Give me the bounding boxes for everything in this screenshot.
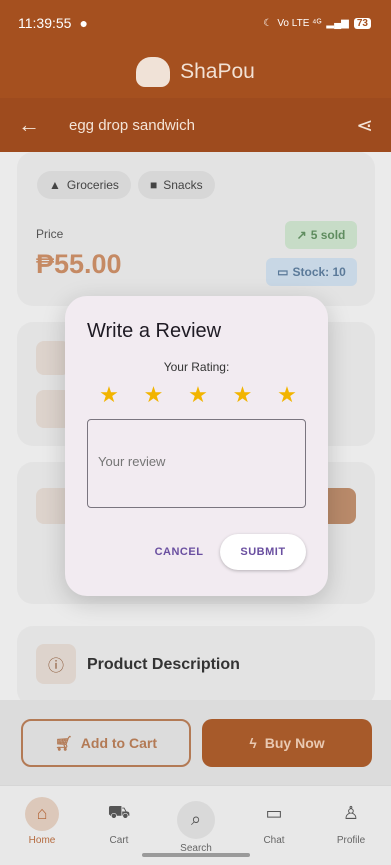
star-icon[interactable]: ★ xyxy=(87,382,131,408)
review-input[interactable] xyxy=(87,419,306,508)
network-label: Vo LTE ⁴ᴳ xyxy=(277,17,322,29)
star-icon[interactable]: ★ xyxy=(265,382,309,408)
rating-stars: ★ ★ ★ ★ ★ xyxy=(87,382,309,408)
submit-button[interactable]: SUBMIT xyxy=(220,534,306,570)
status-time: 11:39:55 xyxy=(18,15,72,31)
star-icon[interactable]: ★ xyxy=(132,382,176,408)
back-arrow-icon[interactable]: ← xyxy=(18,112,54,138)
status-bar: 11:39:55 ● ☾ Vo LTE ⁴ᴳ ▂▄▆ 73 xyxy=(0,0,391,46)
messenger-icon: ● xyxy=(79,15,88,31)
signal-icon: ▂▄▆ xyxy=(326,17,349,29)
rating-label: Your Rating: xyxy=(163,360,230,374)
review-dialog: Write a Review Your Rating: ★ ★ ★ ★ ★ CA… xyxy=(65,296,328,596)
app-name: ShaPou xyxy=(180,60,255,83)
app-logo-icon xyxy=(136,57,171,87)
app-header: ShaPou xyxy=(0,46,391,98)
product-title-bar: ← egg drop sandwich ⋖ xyxy=(0,98,391,152)
moon-icon: ☾ xyxy=(263,17,273,29)
share-icon[interactable]: ⋖ xyxy=(356,113,373,138)
product-title: egg drop sandwich xyxy=(69,116,195,134)
cancel-button[interactable]: CANCEL xyxy=(147,534,211,570)
star-icon[interactable]: ★ xyxy=(221,382,265,408)
dialog-title: Write a Review xyxy=(87,320,222,342)
battery-indicator: 73 xyxy=(353,17,371,29)
star-icon[interactable]: ★ xyxy=(176,382,220,408)
